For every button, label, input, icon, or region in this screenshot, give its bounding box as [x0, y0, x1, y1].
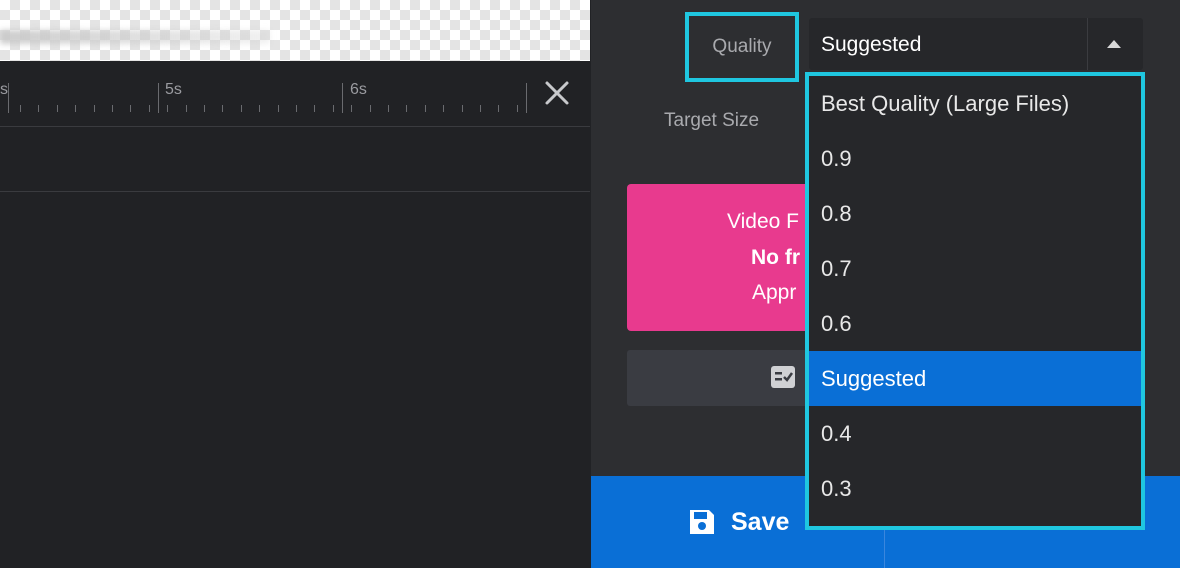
ruler-minor-tick — [167, 105, 168, 112]
ruler-minor-tick — [462, 105, 463, 112]
ruler-major-tick — [526, 83, 527, 113]
quality-option-0-8[interactable]: 0.8 — [809, 186, 1141, 241]
floppy-disk-icon — [690, 510, 714, 534]
timeline-track-divider — [0, 191, 590, 192]
quality-option-0-4[interactable]: 0.4 — [809, 406, 1141, 461]
ruler-minor-tick — [130, 105, 131, 112]
quality-option-best[interactable]: Best Quality (Large Files) — [809, 76, 1141, 131]
ruler-minor-tick — [94, 105, 95, 112]
promo-line-1: Video F — [727, 210, 799, 233]
ruler-label-6s: 6s — [350, 81, 367, 98]
ruler-minor-tick — [112, 105, 113, 112]
ruler-minor-tick — [278, 105, 279, 112]
ruler-minor-tick — [333, 105, 334, 112]
quality-label: Quality — [685, 12, 799, 82]
ruler-minor-tick — [480, 105, 481, 112]
ruler-minor-tick — [149, 105, 150, 112]
ruler-label-5s: 5s — [165, 81, 182, 98]
ruler-minor-tick — [425, 105, 426, 112]
ruler-minor-tick — [186, 105, 187, 112]
timeline-ruler[interactable]: s 5s 6s — [0, 61, 590, 127]
quality-option-0-6[interactable]: 0.6 — [809, 296, 1141, 351]
canvas-preview-transparent — [0, 0, 590, 61]
ruler-major-tick — [158, 83, 159, 113]
save-button-label: Save — [731, 508, 790, 536]
close-button[interactable] — [540, 76, 574, 110]
ruler-minor-tick — [57, 105, 58, 112]
ruler-minor-tick — [388, 105, 389, 112]
ruler-minor-tick — [296, 105, 297, 112]
select-divider — [1087, 18, 1088, 70]
ruler-minor-tick — [259, 105, 260, 112]
close-icon — [545, 81, 569, 105]
ruler-minor-tick — [204, 105, 205, 112]
ruler-minor-tick — [443, 105, 444, 112]
checklist-icon — [771, 366, 795, 388]
ruler-minor-tick — [75, 105, 76, 112]
quality-option-0-9[interactable]: 0.9 — [809, 131, 1141, 186]
ruler-major-tick — [8, 83, 9, 113]
ruler-minor-tick — [406, 105, 407, 112]
promo-line-3: Appr — [752, 281, 797, 304]
ruler-major-tick — [342, 83, 343, 113]
checklist-button[interactable] — [627, 350, 827, 406]
quality-option-0-3[interactable]: 0.3 — [809, 461, 1141, 516]
ruler-minor-tick — [370, 105, 371, 112]
ruler-minor-tick — [241, 105, 242, 112]
promo-banner[interactable]: Video F No fr Appr — [627, 184, 827, 331]
ruler-minor-tick — [517, 105, 518, 112]
quality-select-value: Suggested — [821, 33, 922, 56]
quality-dropdown-list[interactable]: Best Quality (Large Files) 0.9 0.8 0.7 0… — [805, 72, 1145, 530]
ruler-minor-tick — [222, 105, 223, 112]
ruler-minor-tick — [38, 105, 39, 112]
ruler-minor-tick — [20, 105, 21, 112]
ruler-minor-tick — [498, 105, 499, 112]
ruler-label-4s: s — [0, 81, 8, 98]
chevron-up-icon — [1107, 40, 1121, 48]
ruler-minor-tick — [314, 105, 315, 112]
target-size-label: Target Size — [664, 110, 760, 131]
promo-line-2: No fr — [751, 246, 800, 269]
ruler-minor-tick — [351, 105, 352, 112]
quality-select[interactable]: Suggested — [809, 18, 1143, 70]
quality-option-suggested[interactable]: Suggested — [809, 351, 1141, 406]
preview-clip — [0, 30, 270, 44]
quality-option-0-7[interactable]: 0.7 — [809, 241, 1141, 296]
